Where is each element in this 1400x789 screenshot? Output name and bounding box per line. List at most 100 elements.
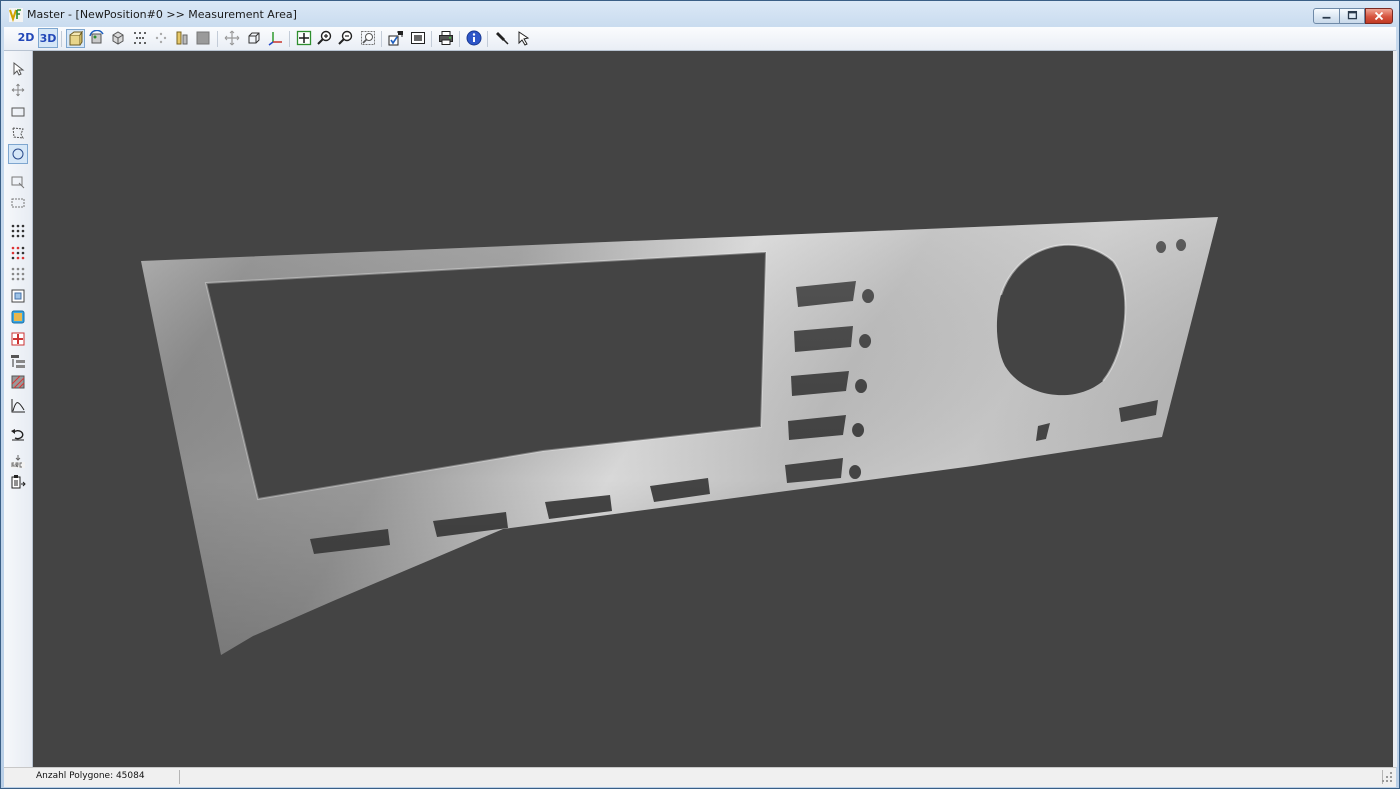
- panel-3d-model[interactable]: [33, 51, 1393, 767]
- box-outline-button[interactable]: [245, 29, 264, 48]
- clipboard-button[interactable]: [8, 472, 28, 492]
- hatch-icon: [11, 375, 25, 389]
- circle-select-icon: [12, 148, 24, 160]
- blue-square-icon: [11, 310, 25, 324]
- area-select-icon: [11, 198, 25, 208]
- toolbar-separator: [459, 31, 460, 47]
- list-sort-icon: [11, 355, 25, 368]
- dot-grid-button[interactable]: [8, 221, 28, 241]
- screenshot-button[interactable]: [409, 29, 428, 48]
- print-icon: [439, 31, 453, 45]
- minimize-button[interactable]: [1313, 8, 1340, 24]
- list-sort-button[interactable]: [8, 351, 28, 371]
- rect-deselect-icon: [11, 176, 25, 189]
- toolbar-separator: [487, 31, 488, 47]
- zoom-window-icon: [361, 31, 375, 45]
- window-title: Master - [NewPosition#0 >> Measurement A…: [27, 8, 297, 21]
- toolbar-separator: [217, 31, 218, 47]
- zoom-in-button[interactable]: [316, 29, 335, 48]
- circle-select-button[interactable]: [8, 144, 28, 164]
- move-points-icon: [155, 32, 167, 44]
- red-dot-grid-icon: [11, 246, 25, 260]
- minimize-icon: [1322, 16, 1331, 19]
- undo-button[interactable]: [8, 424, 28, 444]
- resize-grip-icon[interactable]: [1382, 772, 1392, 782]
- grc-button[interactable]: [8, 452, 28, 472]
- rectangle-select-icon: [11, 107, 25, 117]
- toolbar-separator: [61, 31, 62, 47]
- pointer-tool-icon: [518, 31, 530, 46]
- grc-icon: [11, 455, 25, 468]
- print-button[interactable]: [437, 29, 456, 48]
- move-icon: [11, 83, 25, 97]
- close-icon: [1374, 11, 1384, 21]
- pin-icon: [496, 32, 509, 45]
- select-arrow-button[interactable]: [8, 59, 28, 79]
- polygon-count-text: Anzahl Polygone: 45084: [36, 771, 145, 781]
- cube-view-button[interactable]: [109, 29, 128, 48]
- red-cross-button[interactable]: [8, 329, 28, 349]
- maximize-icon: [1347, 10, 1358, 20]
- zoom-in-icon: [317, 30, 332, 45]
- view-2d-button[interactable]: 2D: [16, 28, 36, 48]
- app-logo-icon: [9, 8, 23, 22]
- main-toolbar: 2D 3D: [4, 27, 1396, 51]
- left-toolbar: [4, 51, 33, 767]
- view-front-button[interactable]: [66, 29, 85, 48]
- zoom-out-icon: [338, 30, 353, 45]
- view-3d-button[interactable]: 3D: [38, 28, 58, 48]
- blue-square-button[interactable]: [8, 307, 28, 327]
- scale-button[interactable]: [173, 29, 192, 48]
- info-button[interactable]: [465, 29, 484, 48]
- 3d-viewport[interactable]: [33, 51, 1393, 767]
- point-cloud-icon: [134, 32, 146, 44]
- gray-dot-grid-icon: [11, 267, 25, 281]
- zoom-out-button[interactable]: [337, 29, 356, 48]
- screenshot-icon: [411, 32, 425, 44]
- zoom-window-button[interactable]: [359, 29, 378, 48]
- clipboard-icon: [11, 475, 26, 489]
- toolbar-separator: [289, 31, 290, 47]
- view-rotate-icon: [89, 30, 104, 44]
- polygon-select-button[interactable]: [8, 123, 28, 143]
- cube-icon: [112, 31, 124, 45]
- gray-dot-grid-button[interactable]: [8, 264, 28, 284]
- curve-chart-button[interactable]: [8, 396, 28, 416]
- undo-icon: [11, 429, 24, 441]
- edit-check-button[interactable]: [387, 29, 406, 48]
- frame-icon: [11, 289, 25, 303]
- gray-box-button[interactable]: [194, 29, 213, 48]
- maximize-button[interactable]: [1339, 8, 1365, 24]
- pin-button[interactable]: [493, 29, 512, 48]
- axis-icon: [268, 32, 282, 46]
- status-divider: [179, 770, 180, 784]
- pointer-tool-button[interactable]: [515, 29, 534, 48]
- dot-grid-icon: [11, 224, 25, 238]
- view-rotate-button[interactable]: [88, 29, 107, 48]
- move-button[interactable]: [8, 80, 28, 100]
- select-arrow-icon: [13, 61, 25, 76]
- frame-button[interactable]: [8, 286, 28, 306]
- area-select-button[interactable]: [8, 193, 28, 213]
- hatch-button[interactable]: [8, 372, 28, 392]
- move-points-button[interactable]: [152, 29, 171, 48]
- toolbar-separator: [381, 31, 382, 47]
- box-outline-icon: [248, 32, 260, 44]
- title-bar[interactable]: Master - [NewPosition#0 >> Measurement A…: [1, 1, 1399, 28]
- status-bar: Anzahl Polygone: 45084: [4, 767, 1396, 787]
- point-cloud-button[interactable]: [131, 29, 150, 48]
- viewport-scrollbar[interactable]: [1393, 51, 1397, 767]
- main-window: Master - [NewPosition#0 >> Measurement A…: [0, 0, 1400, 789]
- axis-button[interactable]: [267, 29, 286, 48]
- rectangle-select-button[interactable]: [8, 102, 28, 122]
- gray-box-icon: [196, 31, 210, 45]
- rect-deselect-button[interactable]: [8, 172, 28, 192]
- close-button[interactable]: [1365, 8, 1393, 24]
- zoom-fit-button[interactable]: [295, 29, 314, 48]
- toolbar-separator: [431, 31, 432, 47]
- zoom-fit-icon: [296, 30, 312, 46]
- curve-chart-icon: [11, 399, 25, 413]
- perforated-panel: [141, 217, 1218, 655]
- pan-button[interactable]: [223, 29, 242, 48]
- red-dot-grid-button[interactable]: [8, 243, 28, 263]
